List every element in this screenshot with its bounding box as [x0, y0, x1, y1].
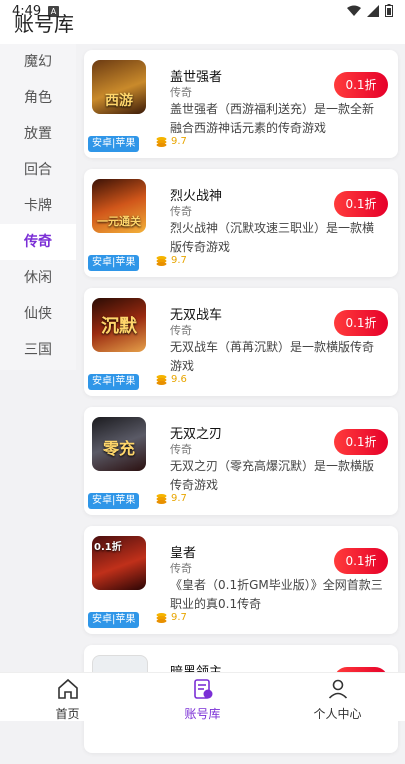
rating: 9.6 — [156, 374, 187, 385]
game-name: 无双战车 — [170, 308, 223, 323]
tab-label: 个人中心 — [313, 707, 362, 721]
sidebar-item-juese[interactable]: 角色 — [0, 80, 76, 116]
home-icon — [57, 678, 78, 699]
coin-stack-icon — [156, 137, 167, 147]
platform-badge: 安卓|苹果 — [88, 374, 140, 390]
game-category: 传奇 — [170, 443, 192, 456]
bottom-tab-bar: 首页 账号库 个人中心 — [0, 672, 405, 721]
game-card[interactable]: 一元通关 烈火战神 传奇 烈火战神（沉默攻速三职业）是一款横版传奇游戏 0.1折… — [84, 169, 398, 277]
game-card[interactable]: 西游 盖世强者 传奇 盖世强者（西游福利送充）是一款全新融合西游神话元素的传奇游… — [84, 50, 398, 158]
platform-badge: 安卓|苹果 — [88, 136, 140, 152]
game-name: 皇者 — [170, 546, 197, 561]
page-title: 账号库 — [14, 12, 74, 36]
game-category: 传奇 — [170, 562, 192, 575]
tab-label: 账号库 — [184, 707, 221, 721]
game-card[interactable]: 沉默 无双战车 传奇 无双战车（苒苒沉默）是一款横版传奇游戏 0.1折 安卓|苹… — [84, 288, 398, 396]
game-list: 西游 盖世强者 传奇 盖世强者（西游福利送充）是一款全新融合西游神话元素的传奇游… — [84, 50, 398, 764]
game-thumbnail[interactable]: 沉默 — [92, 298, 146, 352]
coin-stack-icon — [156, 494, 167, 504]
thumbnail-logo-text: 沉默 — [101, 316, 137, 337]
platform-badge: 安卓|苹果 — [88, 612, 140, 628]
status-icons — [347, 4, 393, 17]
game-name: 无双之刃 — [170, 427, 223, 442]
sidebar-item-fangzhi[interactable]: 放置 — [0, 116, 76, 152]
rating: 9.7 — [156, 612, 187, 623]
game-thumbnail[interactable]: 一元通关 — [92, 179, 146, 233]
coin-stack-icon — [156, 256, 167, 266]
coin-stack-icon — [156, 613, 167, 623]
platform-badge: 安卓|苹果 — [88, 255, 140, 271]
sidebar-item-kapai[interactable]: 卡牌 — [0, 188, 76, 224]
game-description: 《皇者（0.1折GM毕业版）》全网首款三职业的真0.1传奇 — [170, 578, 383, 611]
rating-value: 9.6 — [171, 374, 187, 385]
discount-badge[interactable]: 0.1折 — [334, 429, 388, 455]
game-card[interactable]: 零充 无双之刃 传奇 无双之刃（零充高爆沉默）是一款横版传奇游戏 0.1折 安卓… — [84, 407, 398, 515]
rating-value: 9.7 — [171, 612, 187, 623]
thumbnail-logo-text: 零充 — [102, 439, 135, 458]
thumbnail-logo-text: 西游 — [105, 93, 133, 109]
game-description: 盖世强者（西游福利送充）是一款全新融合西游神话元素的传奇游戏 — [170, 102, 375, 135]
rating: 9.7 — [156, 136, 187, 147]
discount-badge[interactable]: 0.1折 — [334, 548, 388, 574]
coin-stack-icon — [156, 375, 167, 385]
game-description: 无双战车（苒苒沉默）是一款横版传奇游戏 — [170, 340, 375, 373]
user-icon — [328, 679, 347, 699]
tab-personal-center[interactable]: 个人中心 — [270, 673, 405, 721]
game-thumbnail[interactable]: 零充 — [92, 417, 146, 471]
thumbnail-logo-text: 一元通关 — [97, 215, 141, 228]
tab-home[interactable]: 首页 — [0, 673, 135, 721]
game-thumbnail[interactable]: 0.1折 — [92, 536, 146, 590]
tab-label: 首页 — [55, 707, 80, 721]
rating-value: 9.7 — [171, 493, 187, 504]
sidebar-item-xianxia[interactable]: 仙侠 — [0, 296, 76, 332]
rating-value: 9.7 — [171, 255, 187, 266]
thumbnail-logo-text: 0.1折 — [94, 542, 122, 553]
sidebar-item-sanguo[interactable]: 三国 — [0, 332, 76, 368]
rating: 9.7 — [156, 255, 187, 266]
signal-icon — [367, 4, 379, 17]
game-name: 烈火战神 — [170, 189, 223, 204]
discount-badge[interactable]: 0.1折 — [334, 310, 388, 336]
platform-badge: 安卓|苹果 — [88, 493, 140, 509]
wifi-icon — [347, 5, 361, 16]
game-category: 传奇 — [170, 205, 192, 218]
discount-badge[interactable]: 0.1折 — [334, 191, 388, 217]
rating: 9.7 — [156, 493, 187, 504]
sidebar-item-huihe[interactable]: 回合 — [0, 152, 76, 188]
game-card[interactable]: 0.1折 皇者 传奇 《皇者（0.1折GM毕业版）》全网首款三职业的真0.1传奇… — [84, 526, 398, 634]
category-sidebar: 魔幻 角色 放置 回合 卡牌 传奇 休闲 仙侠 三国 — [0, 44, 76, 370]
battery-icon — [385, 4, 393, 17]
game-category: 传奇 — [170, 324, 192, 337]
rating-value: 9.7 — [171, 136, 187, 147]
game-name: 盖世强者 — [170, 70, 223, 85]
sidebar-item-mohuan[interactable]: 魔幻 — [0, 44, 76, 80]
account-library-icon — [193, 679, 212, 699]
game-thumbnail[interactable]: 西游 — [92, 60, 146, 114]
tab-account-library[interactable]: 账号库 — [135, 673, 270, 721]
sidebar-item-xiuxian[interactable]: 休闲 — [0, 260, 76, 296]
discount-badge[interactable]: 0.1折 — [334, 72, 388, 98]
game-description: 烈火战神（沉默攻速三职业）是一款横版传奇游戏 — [170, 221, 375, 254]
game-category: 传奇 — [170, 86, 192, 99]
sidebar-item-chuanqi[interactable]: 传奇 — [0, 224, 76, 260]
game-description: 无双之刃（零充高爆沉默）是一款横版传奇游戏 — [170, 459, 375, 492]
